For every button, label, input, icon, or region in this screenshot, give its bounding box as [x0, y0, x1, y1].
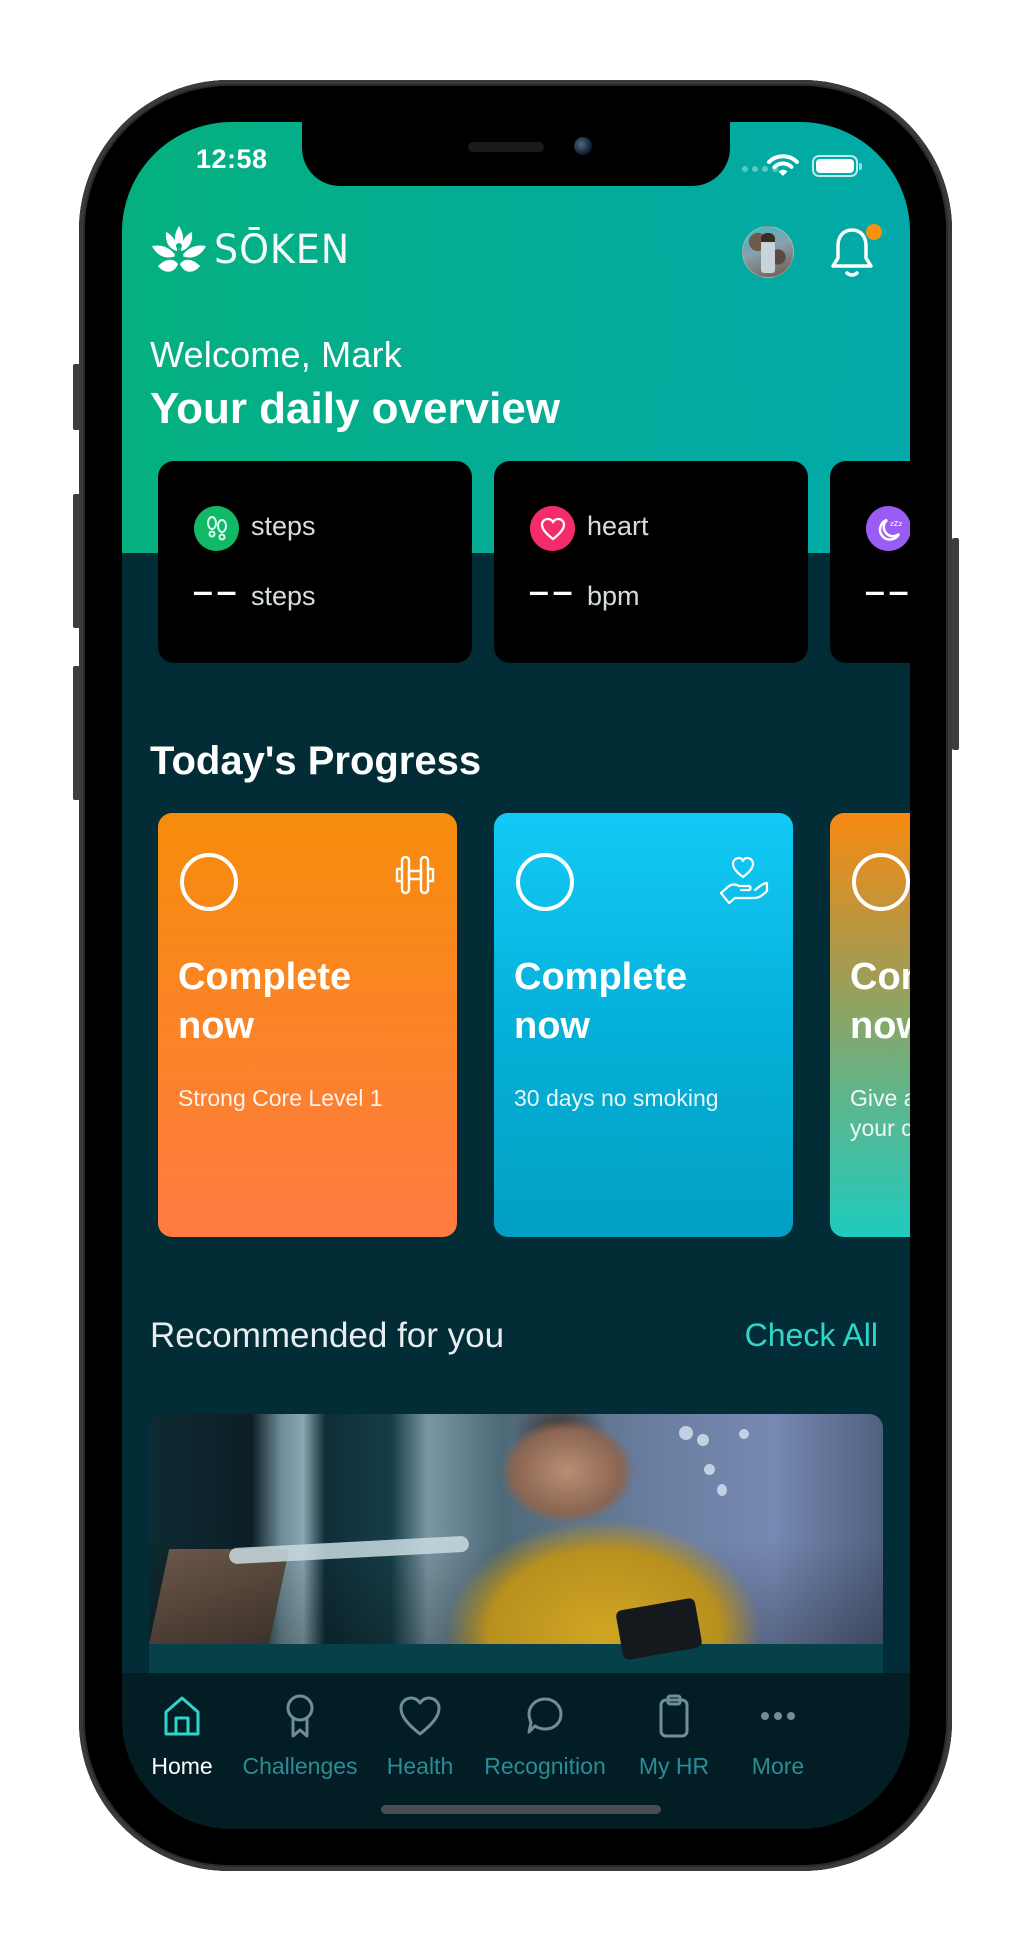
more-dots-icon — [760, 1691, 796, 1741]
progress-card-subtitle: 30 days no smoking — [514, 1085, 719, 1111]
dumbbell-icon — [395, 855, 435, 895]
home-indicator[interactable] — [381, 1805, 661, 1814]
progress-card-cta: Complete now — [850, 956, 910, 1047]
completion-ring[interactable] — [516, 853, 574, 911]
app-screen: 12:58 SŌKEN Welcome, Mark Your daily ove… — [122, 122, 910, 1829]
welcome-text: Welcome, Mark — [150, 334, 402, 375]
award-ribbon-icon — [284, 1691, 316, 1741]
profile-avatar[interactable] — [742, 226, 794, 278]
progress-card[interactable]: Complete now Give a your c — [830, 813, 910, 1237]
tab-my-hr[interactable]: My HR — [628, 1691, 720, 1780]
progress-card[interactable]: Complete now Strong Core Level 1 — [158, 813, 457, 1237]
stat-label: steps — [251, 511, 316, 541]
stat-value: ‒‒ — [530, 573, 578, 609]
stat-unit: steps — [251, 581, 316, 611]
progress-card-subtitle: Give a your c — [850, 1085, 910, 1141]
completion-ring[interactable] — [180, 853, 238, 911]
brand-name: SŌKEN — [214, 227, 351, 273]
recommended-card-image — [149, 1414, 883, 1661]
home-icon — [162, 1691, 202, 1741]
section-title-recommended: Recommended for you — [150, 1316, 505, 1355]
svg-text:zZz: zZz — [890, 520, 902, 528]
completion-ring[interactable] — [852, 853, 910, 911]
notification-badge — [866, 224, 882, 240]
tab-label: My HR — [638, 1753, 710, 1779]
stat-card-heart[interactable]: heart ‒‒ bpm — [494, 461, 808, 663]
stat-value: ‒‒ — [866, 573, 910, 609]
brand-logo: SŌKEN — [148, 222, 357, 278]
battery-icon — [812, 155, 862, 177]
tab-label: Challenges — [242, 1753, 358, 1779]
tab-label: Home — [151, 1753, 213, 1779]
footsteps-icon — [194, 506, 239, 551]
tab-home[interactable]: Home — [151, 1691, 213, 1780]
progress-card-cta: Complete now — [514, 956, 688, 1047]
tab-more[interactable]: More — [736, 1691, 820, 1780]
stat-label: heart — [587, 511, 649, 541]
stat-card-sleep[interactable]: zZz ‒‒ — [830, 461, 910, 663]
section-title-progress: Today's Progress — [150, 739, 482, 783]
tab-health[interactable]: Health — [378, 1691, 462, 1780]
recommended-card[interactable] — [149, 1414, 883, 1714]
page-title: Your daily overview — [150, 384, 561, 433]
moon-sleep-icon: zZz — [866, 506, 910, 551]
notch — [302, 122, 730, 186]
tab-label: More — [751, 1753, 805, 1779]
stat-value: ‒‒ — [194, 573, 242, 609]
chat-bubble-icon — [525, 1691, 565, 1741]
progress-card-cta: Complete now — [178, 956, 352, 1047]
progress-card[interactable]: Complete now 30 days no smoking — [494, 813, 793, 1237]
tab-label: Health — [386, 1753, 454, 1779]
heart-outline-icon — [397, 1691, 443, 1741]
status-time: 12:58 — [196, 144, 268, 174]
hand-heart-icon — [719, 856, 769, 905]
heart-icon — [530, 506, 575, 551]
check-all-link[interactable]: Check All — [745, 1317, 878, 1354]
tab-recognition[interactable]: Recognition — [476, 1691, 614, 1780]
lotus-icon — [152, 226, 206, 272]
tab-label: Recognition — [484, 1753, 606, 1779]
stat-card-steps[interactable]: steps ‒‒ steps — [158, 461, 472, 663]
power-button — [952, 538, 959, 750]
clipboard-icon — [657, 1691, 691, 1741]
progress-card-subtitle: Strong Core Level 1 — [178, 1085, 383, 1111]
stat-unit: bpm — [587, 581, 640, 611]
wifi-icon — [767, 154, 799, 176]
tab-challenges[interactable]: Challenges — [232, 1691, 368, 1780]
